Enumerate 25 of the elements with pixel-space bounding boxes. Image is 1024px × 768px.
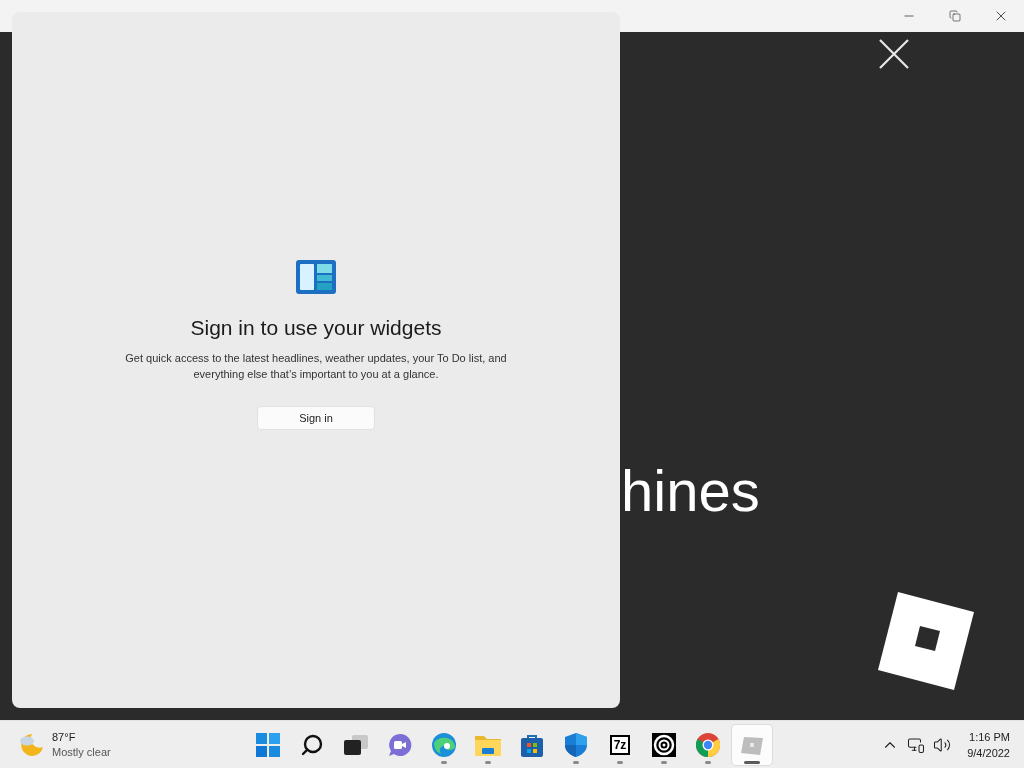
widgets-icon	[296, 260, 336, 294]
windows-logo-icon	[256, 732, 280, 757]
widgets-description: Get quick access to the latest headlines, weather updates, your To Do list, and everything else that’s important to you at a glance.	[124, 351, 508, 382]
temperature-text: 87°F	[52, 729, 77, 745]
taskbar-app-button[interactable]: 7z	[600, 724, 640, 765]
restore-icon	[949, 10, 961, 22]
close-icon[interactable]	[878, 38, 910, 70]
widgets-heading: Sign in to use your widgets	[190, 316, 442, 340]
browser-swirl-icon	[432, 732, 456, 757]
clock-time: 1:16 PM	[969, 729, 1010, 745]
browser-circle-icon	[696, 732, 720, 757]
archive-app-icon: 7z	[609, 734, 631, 755]
clock-date: 9/4/2022	[967, 745, 1010, 761]
folder-icon	[475, 733, 501, 756]
game-title-text: hines	[621, 458, 760, 523]
search-icon	[300, 732, 324, 757]
chat-camera-icon	[388, 732, 412, 757]
taskbar-app-button[interactable]	[732, 724, 772, 765]
target-icon	[652, 732, 676, 757]
task-view-icon	[344, 734, 368, 755]
sign-in-button[interactable]: Sign in	[257, 406, 375, 430]
shield-icon	[565, 732, 587, 757]
weather-condition-text: Mostly clear	[52, 744, 111, 760]
shopping-bag-icon	[521, 732, 543, 757]
volume-icon[interactable]	[933, 735, 952, 754]
